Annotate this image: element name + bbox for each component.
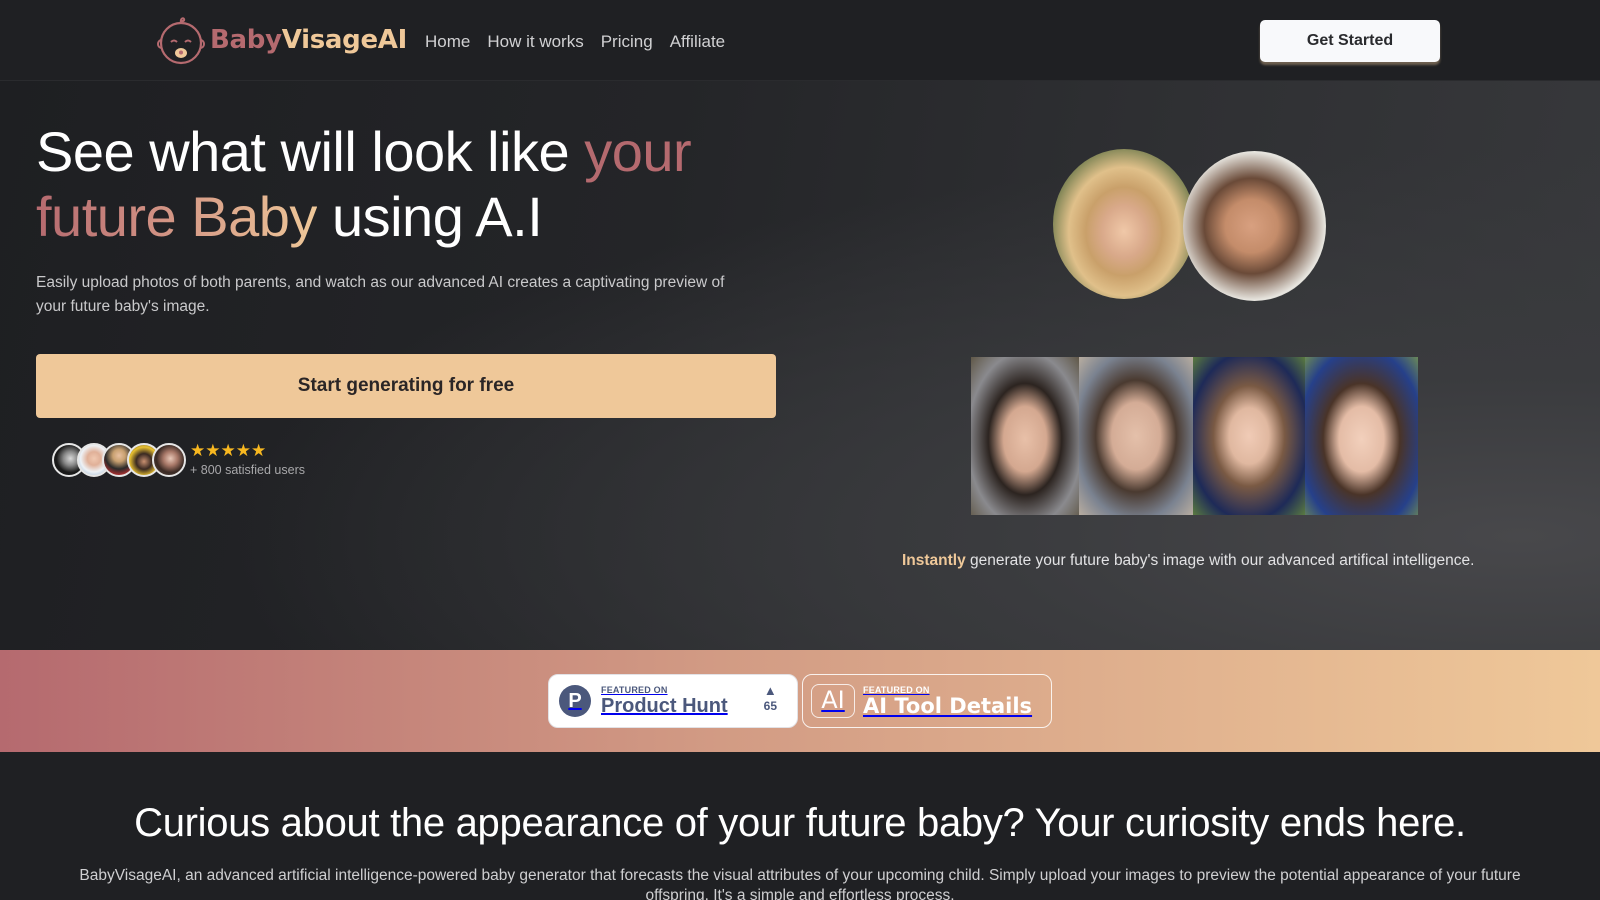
- ai-tool-details-featured-label: FEATURED ON: [863, 684, 930, 695]
- ai-tool-details-text: FEATURED ON AI Tool Details: [863, 685, 1032, 718]
- get-started-button[interactable]: Get Started: [1260, 20, 1440, 62]
- start-generating-button[interactable]: Start generating for free: [36, 354, 776, 418]
- about-section: Curious about the appearance of your fut…: [0, 752, 1600, 900]
- hero-caption: Instantly generate your future baby's im…: [902, 552, 1474, 570]
- mother-photo: [1053, 149, 1195, 299]
- vote-count: 65: [763, 699, 777, 713]
- about-text: BabyVisageAI, an advanced artificial int…: [79, 867, 1521, 900]
- rating-block: ★★★★★ + 800 satisfied users: [190, 441, 305, 478]
- hero-title-text: See what will look like: [36, 120, 585, 183]
- hero-title-text-end: using A.I: [316, 185, 543, 248]
- product-hunt-logo-icon: P: [559, 685, 591, 717]
- featured-band: P FEATURED ON Product Hunt ▲ 65 AI FEATU…: [0, 650, 1600, 752]
- logo[interactable]: BabyVisageAI: [156, 14, 407, 66]
- baby-photo-4: [1305, 357, 1418, 515]
- star-rating-icon: ★★★★★: [190, 441, 267, 460]
- father-photo: [1183, 151, 1326, 301]
- product-hunt-badge[interactable]: P FEATURED ON Product Hunt ▲ 65: [548, 674, 798, 728]
- about-title: Curious about the appearance of your fut…: [134, 801, 1466, 845]
- main-nav: Home How it works Pricing Affiliate: [425, 32, 725, 52]
- nav-affiliate[interactable]: Affiliate: [670, 32, 725, 52]
- ai-tool-details-name: AI Tool Details: [863, 693, 1033, 718]
- hero-title-highlight-your: your: [584, 120, 692, 183]
- baby-photo-3: [1193, 357, 1305, 515]
- user-avatars: [52, 442, 186, 477]
- hero-subtitle: Easily upload photos of both parents, an…: [36, 274, 725, 315]
- hero-caption-text: generate your future baby's image with o…: [965, 552, 1475, 569]
- hero-title-highlight-future-baby: future Baby: [36, 185, 317, 248]
- nav-pricing[interactable]: Pricing: [601, 32, 653, 52]
- hero-caption-highlight: Instantly: [902, 552, 966, 569]
- nav-how-it-works[interactable]: How it works: [487, 32, 583, 52]
- upvote-icon: ▲: [763, 683, 777, 698]
- baby-photo-1: [971, 357, 1079, 515]
- logo-text-visage: VisageAI: [281, 25, 408, 55]
- satisfied-users-text: + 800 satisfied users: [190, 463, 305, 477]
- product-hunt-votes: ▲ 65: [764, 683, 777, 713]
- site-header: BabyVisageAI Home How it works Pricing A…: [0, 0, 1600, 81]
- nav-home[interactable]: Home: [425, 32, 470, 52]
- social-proof: ★★★★★ + 800 satisfied users: [52, 442, 305, 477]
- avatar: [152, 442, 186, 477]
- product-hunt-text: FEATURED ON Product Hunt: [601, 685, 728, 717]
- hero-section: See what will look like your future Baby …: [0, 81, 1600, 650]
- baby-photo-2: [1079, 357, 1193, 515]
- hero-title: See what will look like your future Baby …: [36, 119, 776, 249]
- logo-text: BabyVisageAI: [210, 25, 407, 55]
- ai-tool-details-badge[interactable]: AI FEATURED ON AI Tool Details: [802, 674, 1052, 728]
- logo-text-baby: Baby: [210, 25, 282, 55]
- product-hunt-name: Product Hunt: [601, 695, 728, 717]
- baby-face-icon: [157, 17, 205, 65]
- ai-tool-details-logo-icon: AI: [811, 684, 855, 718]
- product-hunt-featured-label: FEATURED ON: [601, 685, 668, 695]
